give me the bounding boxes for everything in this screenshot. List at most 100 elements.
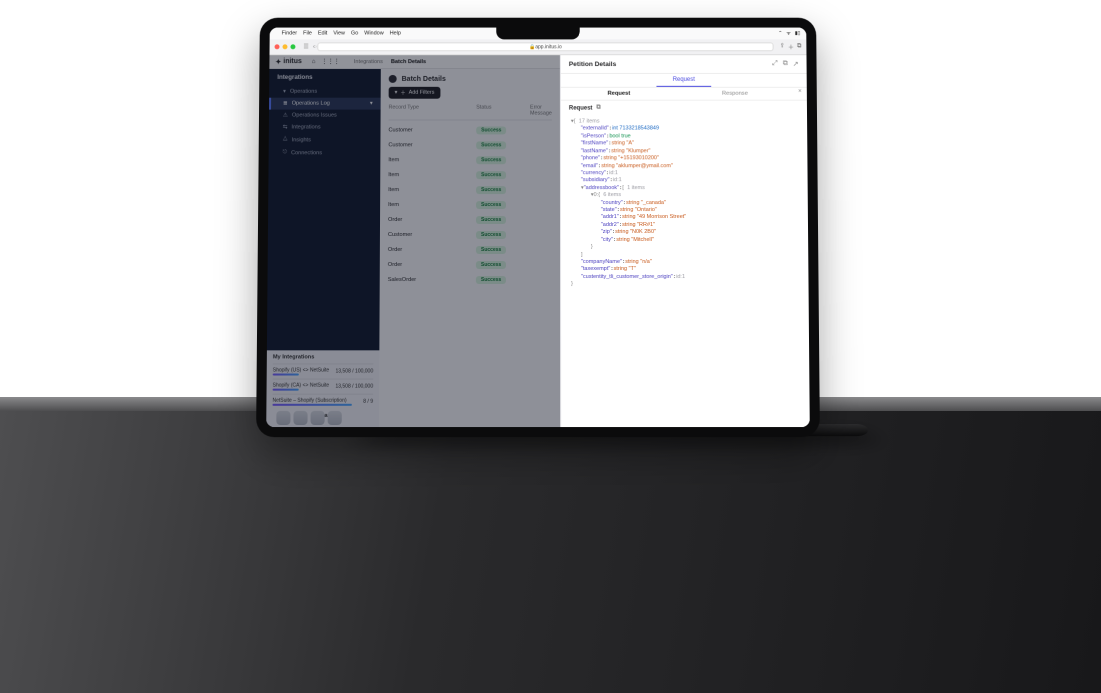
window-controls [275, 44, 296, 49]
minimize-window-button[interactable] [282, 44, 287, 49]
external-icon[interactable]: ↗ [793, 60, 799, 68]
add-filters-button[interactable]: ▾ ＋ Add Filters [389, 87, 441, 99]
chart-icon: ⧊ [283, 136, 288, 143]
menubar-item[interactable]: Go [351, 31, 358, 37]
sidebar-item-integrations[interactable]: ⇆ Integrations [269, 122, 381, 134]
dock-app-icon[interactable] [328, 411, 342, 425]
wifi-icon[interactable]: ᯤ [786, 31, 791, 37]
status-badge: Success [476, 186, 506, 194]
integration-row[interactable]: Shopify (CA) <> NetSuite 13,508 / 100,00… [273, 379, 374, 394]
table-row[interactable]: OrderSuccess [388, 242, 552, 257]
share-icon[interactable]: ⇪ [780, 42, 785, 51]
dock-app-icon[interactable] [276, 411, 290, 425]
table-row[interactable]: ItemSuccess [388, 152, 552, 167]
col-record-type[interactable]: Record Type [389, 105, 477, 117]
table-row[interactable]: ItemSuccess [388, 182, 552, 197]
menubar-item[interactable]: Edit [318, 31, 327, 37]
integration-row[interactable]: Shopify (US) <> NetSuite 13,508 / 100,00… [273, 363, 374, 378]
home-icon[interactable]: ⌂ [312, 58, 316, 65]
integration-count: 13,508 / 100,000 [335, 368, 373, 374]
menubar-item[interactable]: File [303, 31, 312, 37]
usage-bar [273, 389, 299, 391]
macos-dock [276, 405, 342, 425]
col-error-message[interactable]: Error Message [530, 105, 552, 117]
brand-logo[interactable]: ✦ initus [275, 58, 301, 66]
filter-icon: ▾ [395, 90, 398, 96]
sidebar-item-operations-log[interactable]: ≣ Operations Log ▾ [269, 98, 381, 110]
cell-status: Success [476, 276, 530, 284]
apps-grid-icon[interactable]: ⋮⋮⋮ [321, 58, 340, 65]
control-center-icon[interactable]: ⌃ [778, 31, 782, 37]
table-row[interactable]: CustomerSuccess [388, 122, 552, 137]
subtab-response[interactable]: Response [677, 88, 793, 100]
menubar-item[interactable]: Help [390, 31, 401, 37]
table-row[interactable]: ItemSuccess [388, 167, 552, 182]
cell-status: Success [476, 260, 530, 268]
status-badge: Success [476, 171, 506, 179]
sidebar-item-operations-issues[interactable]: ⚠ Operations Issues [269, 110, 381, 122]
copy-icon[interactable]: ⧉ [783, 60, 788, 68]
sidebar-group-operations[interactable]: ▾ Operations [269, 86, 381, 98]
cell-status: Success [476, 216, 530, 224]
petition-details-panel: Petition Details ⤢ ⧉ ↗ Request Request R… [560, 55, 810, 427]
cell-status: Success [476, 245, 530, 253]
menubar-status-icons: ⌃ ᯤ ▮▯ [778, 31, 800, 37]
plus-icon: ＋ [400, 89, 405, 97]
cell-status: Success [476, 171, 530, 179]
cell-record-type: Customer [388, 231, 476, 237]
my-integrations-title: My Integrations [273, 354, 373, 360]
sidebar-toggle-icon[interactable]: ☰ [303, 43, 309, 50]
expand-icon[interactable]: ⤢ [772, 60, 778, 68]
dock-app-icon[interactable] [311, 411, 325, 425]
zoom-window-button[interactable] [290, 44, 295, 49]
close-window-button[interactable] [275, 44, 280, 49]
table-row[interactable]: SalesOrderSuccess [388, 272, 552, 287]
petition-primary-tab: Request [561, 74, 807, 88]
close-panel-icon[interactable]: × [793, 88, 807, 100]
menubar-item[interactable]: View [333, 31, 345, 37]
sidebar-item-label: Operations Log [292, 101, 330, 107]
subtab-request[interactable]: Request [561, 88, 677, 100]
cell-record-type: Order [388, 246, 476, 252]
battery-icon[interactable]: ▮▯ [795, 31, 801, 37]
status-badge: Success [476, 276, 506, 284]
table-row[interactable]: OrderSuccess [388, 257, 552, 272]
cell-status: Success [476, 201, 530, 209]
sidebar-item-insights[interactable]: ⧊ Insights [269, 133, 381, 146]
table-row[interactable]: CustomerSuccess [388, 227, 552, 242]
plug-icon: ⎋ [283, 149, 287, 156]
table-row[interactable]: OrderSuccess [388, 212, 552, 227]
batch-details-pane: Batch Details ▾ ＋ Add Filters Record Typ… [379, 69, 560, 427]
cell-status: Success [476, 126, 530, 134]
laptop-notch [496, 28, 579, 40]
tab-request[interactable]: Request [657, 74, 711, 87]
new-tab-icon[interactable]: ＋ [788, 42, 794, 51]
sidebar-item-label: Connections [291, 150, 322, 156]
crumb-integrations[interactable]: Integrations [354, 59, 383, 65]
laptop-screen: Finder File Edit View Go Window Help ⌃ ᯤ… [266, 28, 810, 427]
cell-record-type: SalesOrder [388, 277, 476, 283]
cell-record-type: Customer [388, 142, 476, 148]
batch-avatar-icon [389, 75, 397, 83]
browser-url-bar[interactable]: 🔒 app.initus.io [317, 42, 774, 51]
tabs-overview-icon[interactable]: ⧉ [797, 42, 801, 51]
dock-app-icon[interactable] [293, 411, 307, 425]
alert-icon: ⚠ [283, 113, 288, 119]
copy-request-icon[interactable]: ⧉ [596, 105, 600, 112]
json-payload-viewer[interactable]: ▾{ 17 items "externalId":int 71332185438… [561, 116, 809, 292]
col-status[interactable]: Status [476, 105, 530, 117]
laptop: Finder File Edit View Go Window Help ⌃ ᯤ… [258, 16, 818, 436]
integration-count: 13,508 / 100,000 [335, 384, 373, 390]
menubar-item[interactable]: Finder [282, 31, 298, 37]
sidebar-title: Integrations [269, 69, 381, 86]
petition-subtabs: Request Response × [561, 88, 807, 101]
crumb-batch-details[interactable]: Batch Details [391, 59, 426, 65]
sidebar-item-connections[interactable]: ⎋ Connections [269, 146, 381, 159]
table-row[interactable]: CustomerSuccess [388, 137, 552, 152]
cell-status: Success [476, 141, 530, 149]
menubar-item[interactable]: Window [364, 31, 383, 37]
table-row[interactable]: ItemSuccess [388, 197, 552, 212]
status-badge: Success [476, 201, 506, 209]
app-sidebar: Integrations ▾ Operations ≣ Operations L… [266, 69, 381, 427]
integration-name: Shopify (CA) <> NetSuite [273, 383, 336, 389]
